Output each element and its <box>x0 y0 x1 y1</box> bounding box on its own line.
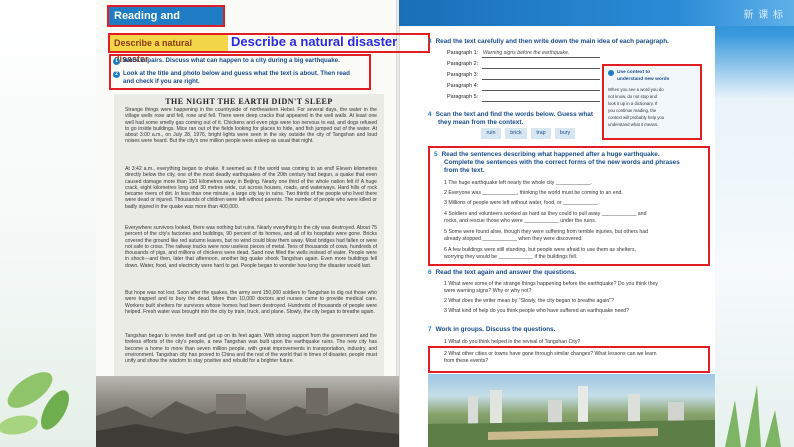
tip-line-2: not know, do not stop and <box>608 94 657 99</box>
question-4: 4 Scan the text and find the words below.… <box>428 111 593 118</box>
describe-annotation: Describe a natural disaster <box>231 34 398 49</box>
exercise-2: 2 Look at the title and photo below and g… <box>113 70 350 78</box>
exercise-1: 1 Work in pairs. Discuss what can happen … <box>113 57 340 65</box>
q6-item-3: 3 What kind of help do you think people … <box>444 308 630 314</box>
question-7-number: 7 <box>428 326 432 333</box>
question-4-number: 4 <box>428 111 432 118</box>
right-page-top-banner: 新 课 标 <box>399 0 794 26</box>
q7-item-1: 1 What do you think helped in the reviva… <box>444 339 581 345</box>
word-chip-trap: trap <box>531 128 551 139</box>
question-4-line2: they mean from the context. <box>438 119 524 126</box>
question-3-text: Read the text carefully and then write d… <box>435 38 669 45</box>
q7-item-2-line2: from these events? <box>444 358 489 364</box>
q5-item-6: 6 A few buildings were still standing, b… <box>444 247 637 253</box>
tip-line-4: you continue reading, the <box>608 108 657 113</box>
paragraph-label-5: Paragraph 5: <box>447 94 479 100</box>
question-3: 3 Read the text carefully and then write … <box>428 38 669 45</box>
leaf-decoration <box>0 372 69 435</box>
article-paragraph-1: Strange things were happening in the cou… <box>125 107 377 145</box>
q7-item-2: 2 What other cities or towns have gone t… <box>444 351 657 357</box>
article-paragraph-5: Tangshan began to revive itself and get … <box>125 333 377 365</box>
tip-icon <box>608 70 614 76</box>
answer-line-4 <box>482 90 600 91</box>
exercise-2-number: 2 <box>113 71 120 78</box>
question-4-text: Scan the text and find the words below. … <box>435 111 593 118</box>
grass-decoration <box>725 385 781 447</box>
tip-line-1: When you see a word you do <box>608 87 664 92</box>
article-paragraph-2: At 3:42 a.m., everything began to shake.… <box>125 166 377 210</box>
q6-item-1-line2: were warning signs? Why or why not? <box>444 288 532 294</box>
q5-item-6-line2: worrying they would be ____________ if t… <box>444 254 578 260</box>
tip-title-2: understand new words <box>617 77 670 82</box>
answer-line-1 <box>482 57 600 58</box>
q5-item-4: 4 Soldiers and volunteers worked as hard… <box>444 211 647 217</box>
exercise-2-line2: and check if you are right. <box>123 78 200 85</box>
answer-line-3 <box>482 79 600 80</box>
question-5: 5 Read the sentences describing what happ… <box>434 151 660 158</box>
question-5-line2: Complete the sentences with the correct … <box>444 159 680 166</box>
ruins-illustration <box>96 388 399 447</box>
earthquake-ruins-photo <box>96 376 399 447</box>
paragraph-label-2: Paragraph 2: <box>447 61 479 67</box>
exercise-1-text: Work in pairs. Discuss what can happen t… <box>123 57 340 64</box>
paragraph-1-answer: Warning signs before the earthquake. <box>483 50 570 56</box>
answer-line-2 <box>482 68 600 69</box>
question-6: 6 Read the text again and answer the ques… <box>428 269 576 276</box>
q6-item-2: 2 What does the writer mean by "Slowly, … <box>444 298 614 304</box>
word-chip-bury: bury <box>555 128 575 139</box>
article-paragraph-3: Everywhere survivors looked, there was n… <box>125 225 377 269</box>
q5-item-1: 1 The huge earthquake left nearly the wh… <box>444 180 592 186</box>
question-7: 7 Work in groups. Discuss the questions. <box>428 326 555 333</box>
paragraph-label-4: Paragraph 4: <box>447 83 479 89</box>
tip-title-1: Use context to <box>617 70 651 75</box>
question-6-text: Read the text again and answer the quest… <box>435 269 577 276</box>
question-6-number: 6 <box>428 269 432 276</box>
banner-text: 新 课 标 <box>743 10 784 21</box>
modern-city-photo <box>428 374 715 447</box>
city-skyline-illustration <box>428 386 715 447</box>
q6-item-1: 1 What were some of the strange things h… <box>444 281 658 287</box>
word-chip-brick: brick <box>505 128 527 139</box>
question-7-text: Work in groups. Discuss the questions. <box>435 326 556 333</box>
q5-item-4-line2: rocks, and rescue those who were _______… <box>444 218 597 224</box>
q5-item-3: 3 Millions of people were left without w… <box>444 200 600 206</box>
question-5-line3: from the text. <box>444 167 485 174</box>
tip-line-6: understand what it means. <box>608 122 659 127</box>
q5-item-5: 5 Some were found alive, though they wer… <box>444 229 649 235</box>
tip-line-3: look it up in a dictionary. If <box>608 101 658 106</box>
question-3-number: 3 <box>428 38 432 45</box>
word-chip-ruin: ruin <box>481 128 501 139</box>
answer-line-5 <box>482 101 600 102</box>
tip-line-5: context will probably help you <box>608 115 665 120</box>
q5-item-2: 2 Everyone was ____________, thinking th… <box>444 190 623 196</box>
q5-item-5-line2: already stopped ____________ when they w… <box>444 236 583 242</box>
exercise-2-text: Look at the title and photo below and gu… <box>123 70 350 77</box>
question-5-text: Read the sentences describing what happe… <box>441 151 660 158</box>
paragraph-label-3: Paragraph 3: <box>447 72 479 78</box>
describe-label: Describe a natural disaster <box>110 35 228 64</box>
paragraph-label-1: Paragraph 1: <box>447 50 479 56</box>
section-tab-reading-thinking: Reading and Thinking <box>107 5 225 40</box>
question-5-number: 5 <box>434 151 438 158</box>
exercise-1-number: 1 <box>113 58 120 65</box>
article-title: THE NIGHT THE EARTH DIDN'T SLEEP <box>165 97 333 106</box>
article-paragraph-4: But hope was not lost. Soon after the qu… <box>125 290 377 315</box>
